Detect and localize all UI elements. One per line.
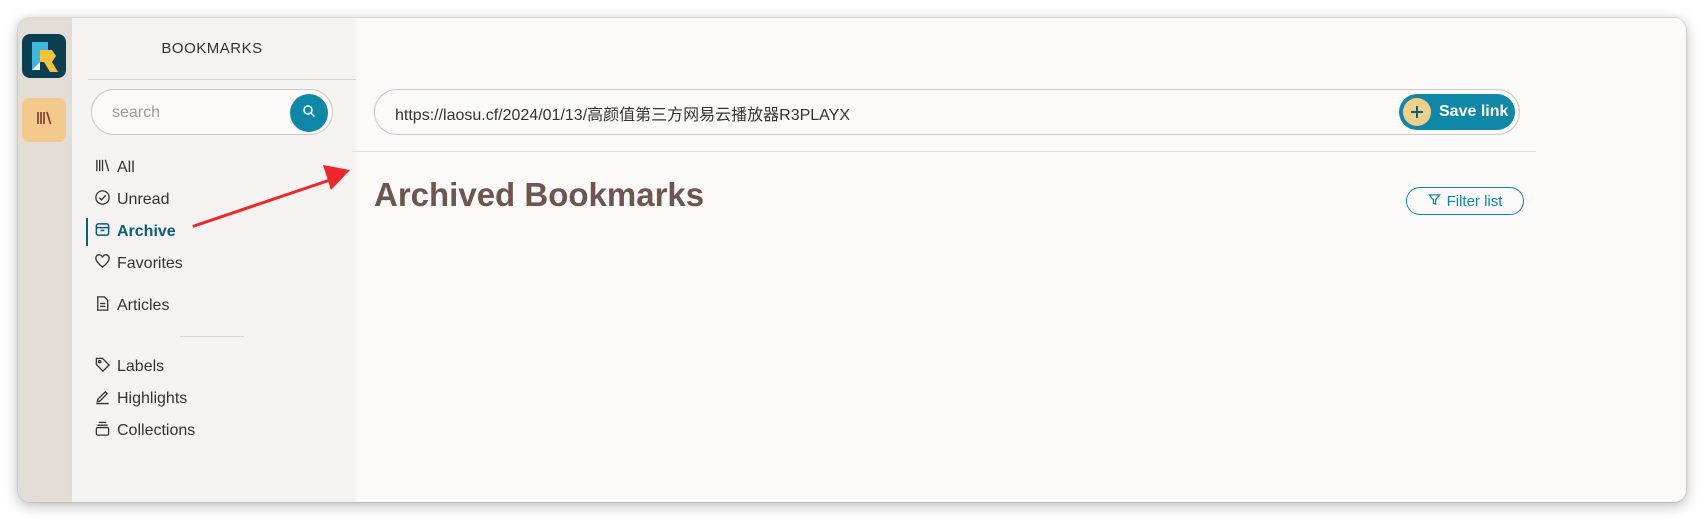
sidebar-section-divider <box>180 336 244 337</box>
url-input[interactable] <box>393 101 1397 125</box>
sidebar-item-label: All <box>117 159 135 176</box>
search-icon <box>302 104 316 123</box>
sidebar-item-labels[interactable]: Labels <box>94 354 164 380</box>
sidebar-divider <box>88 79 356 80</box>
filter-list-label: Filter list <box>1446 192 1503 210</box>
save-link-button[interactable]: Save link <box>1399 94 1515 130</box>
archive-icon <box>94 221 111 243</box>
sidebar-item-label: Unread <box>117 191 170 208</box>
sidebar-item-label: Articles <box>117 297 170 314</box>
tag-icon <box>94 356 111 378</box>
plus-icon <box>1403 98 1431 126</box>
collections-icon <box>94 420 111 442</box>
sidebar-item-all[interactable]: All <box>94 155 135 181</box>
bookmarks-rail-button[interactable] <box>22 98 66 142</box>
search-button[interactable] <box>290 94 328 132</box>
library-icon <box>35 109 53 132</box>
page-title: Archived Bookmarks <box>374 176 705 213</box>
bookmarks-sidebar: BOOKMARKS All <box>72 18 356 502</box>
search-input[interactable] <box>110 101 284 125</box>
sidebar-item-label: Archive <box>117 223 176 240</box>
save-link-label: Save link <box>1439 103 1509 120</box>
highlighter-icon <box>94 388 111 410</box>
sidebar-item-label: Highlights <box>117 390 188 407</box>
sidebar-item-label: Favorites <box>117 255 183 272</box>
sidebar-item-label: Labels <box>117 358 165 375</box>
header-divider <box>352 151 1536 152</box>
search-box <box>91 89 333 135</box>
app-window: BOOKMARKS All <box>18 18 1686 502</box>
sidebar-item-articles[interactable]: Articles <box>94 293 169 319</box>
library-icon <box>94 157 111 179</box>
filter-list-button[interactable]: Filter list <box>1406 187 1524 215</box>
filter-icon <box>1427 193 1441 210</box>
sidebar-item-collections[interactable]: Collections <box>94 418 195 444</box>
sidebar-item-favorites[interactable]: Favorites <box>94 251 183 277</box>
sidebar-item-label: Collections <box>117 422 196 439</box>
icon-rail <box>18 18 72 502</box>
sidebar-item-archive[interactable]: Archive <box>94 219 176 245</box>
sidebar-item-unread[interactable]: Unread <box>94 187 169 213</box>
check-circle-icon <box>94 189 111 211</box>
readeck-logo-icon[interactable] <box>22 34 66 78</box>
heart-icon <box>94 253 111 275</box>
sidebar-item-highlights[interactable]: Highlights <box>94 386 187 412</box>
document-icon <box>94 295 111 317</box>
active-indicator <box>86 218 88 246</box>
sidebar-title: BOOKMARKS <box>161 40 263 57</box>
main-content: Save link Archived Bookmarks Filter list <box>352 18 1686 502</box>
add-link-form: Save link <box>374 89 1520 135</box>
